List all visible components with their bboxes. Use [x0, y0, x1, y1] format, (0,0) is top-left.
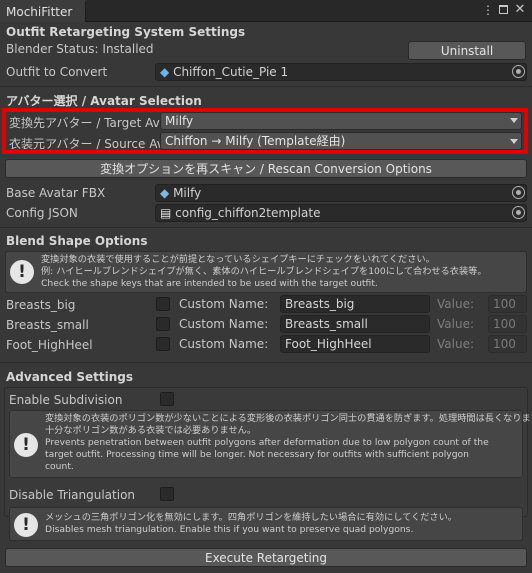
divider [0, 362, 532, 363]
shape-key-checkbox[interactable] [156, 317, 170, 331]
uninstall-button[interactable]: Uninstall [408, 41, 526, 60]
custom-name-label: Custom Name: [179, 317, 269, 331]
base-avatar-fbx-label: Base Avatar FBX [6, 186, 106, 200]
config-json-field[interactable]: ▤ config_chiffon2template [155, 204, 527, 222]
kebab-icon[interactable]: ⋮ [480, 2, 496, 18]
value-label: Value: [437, 337, 474, 351]
object-picker-icon[interactable] [512, 206, 525, 219]
target-avatar-value: Milfy [165, 114, 194, 128]
enable-subdivision-label: Enable Subdivision [9, 393, 123, 407]
blend-shape-header: Blend Shape Options [6, 234, 148, 248]
custom-name-input[interactable]: Breasts_small [280, 315, 430, 333]
divider [0, 86, 532, 87]
close-icon[interactable]: ✕ [512, 2, 528, 18]
base-avatar-fbx-field[interactable]: ◆ Milfy [155, 184, 527, 202]
prefab-cube-icon: ◆ [160, 65, 170, 79]
info-icon: ! [14, 513, 38, 537]
source-avatar-value: Chiffon → Milfy (Template経由) [165, 134, 346, 148]
outfit-object-field[interactable]: ◆ Chiffon_Cutie_Pie 1 [155, 63, 527, 81]
info-icon: ! [14, 433, 38, 457]
object-picker-icon[interactable] [512, 186, 525, 199]
triangulation-help-box: ! メッシュの三角ポリゴン化を無効にします。四角ポリゴンを維持したい場合に有効に… [9, 507, 523, 541]
value-input[interactable]: 100 [488, 335, 527, 353]
window-tab[interactable]: MochiFitter [0, 0, 86, 22]
target-avatar-dropdown[interactable]: Milfy [160, 112, 522, 130]
avatar-selection-header: アバター選択 / Avatar Selection [6, 94, 202, 108]
outfit-object-value: Chiffon_Cutie_Pie 1 [173, 65, 289, 79]
subdivision-help-text: 変換対象の衣装のポリゴン数が少ないことによる変形後の衣装ポリゴン同士の貫通を防ぎ… [45, 413, 532, 472]
system-settings-header: Outfit Retargeting System Settings [6, 25, 246, 39]
target-avatar-label: 変換先アバター / Target Avat [9, 116, 172, 130]
value-input[interactable]: 100 [488, 295, 527, 313]
shape-key-checkbox[interactable] [156, 337, 170, 351]
maximize-icon[interactable] [496, 2, 512, 18]
config-json-label: Config JSON [6, 206, 78, 220]
rescan-options-button[interactable]: 変換オプションを再スキャン / Rescan Conversion Option… [5, 159, 527, 178]
text-asset-icon: ▤ [160, 206, 172, 220]
blend-help-box: ! 変換対象の衣装で使用することが前提となっているシェイプキーにチェックをいれて… [5, 251, 527, 293]
outfit-to-convert-label: Outfit to Convert [6, 65, 108, 79]
disable-triangulation-checkbox[interactable] [160, 487, 174, 501]
value-input[interactable]: 100 [488, 315, 527, 333]
disable-triangulation-label: Disable Triangulation [9, 488, 136, 502]
execute-retargeting-button[interactable]: Execute Retargeting [5, 548, 527, 567]
object-picker-icon[interactable] [512, 65, 525, 78]
advanced-settings-header: Advanced Settings [6, 370, 134, 384]
info-icon: ! [10, 260, 34, 284]
triangulation-help-text: メッシュの三角ポリゴン化を無効にします。四角ポリゴンを維持したい場合に有効にして… [45, 512, 457, 535]
subdivision-help-box: ! 変換対象の衣装のポリゴン数が少ないことによる変形後の衣装ポリゴン同士の貫通を… [9, 410, 532, 478]
shape-key-label: Breasts_big [6, 298, 76, 312]
shape-key-label: Foot_HighHeel [6, 338, 93, 352]
shape-key-checkbox[interactable] [156, 297, 170, 311]
source-avatar-label: 衣装元アバター / Source Ava [9, 137, 172, 151]
custom-name-label: Custom Name: [179, 297, 269, 311]
model-icon: ◆ [160, 186, 170, 200]
source-avatar-dropdown[interactable]: Chiffon → Milfy (Template経由) [160, 132, 522, 150]
blend-help-text: 変換対象の衣装で使用することが前提となっているシェイプキーにチェックをいれてくだ… [41, 254, 487, 289]
value-label: Value: [437, 317, 474, 331]
divider [0, 227, 532, 228]
value-label: Value: [437, 297, 474, 311]
config-json-value: config_chiffon2template [175, 206, 321, 220]
custom-name-label: Custom Name: [179, 337, 269, 351]
custom-name-input[interactable]: Breasts_big [280, 295, 430, 313]
enable-subdivision-checkbox[interactable] [160, 392, 174, 406]
base-avatar-fbx-value: Milfy [173, 186, 202, 200]
chevron-down-icon [510, 139, 518, 144]
blender-status-label: Blender Status: Installed [6, 42, 154, 56]
custom-name-input[interactable]: Foot_HighHeel [280, 335, 430, 353]
chevron-down-icon [510, 118, 518, 123]
shape-key-label: Breasts_small [6, 318, 89, 332]
